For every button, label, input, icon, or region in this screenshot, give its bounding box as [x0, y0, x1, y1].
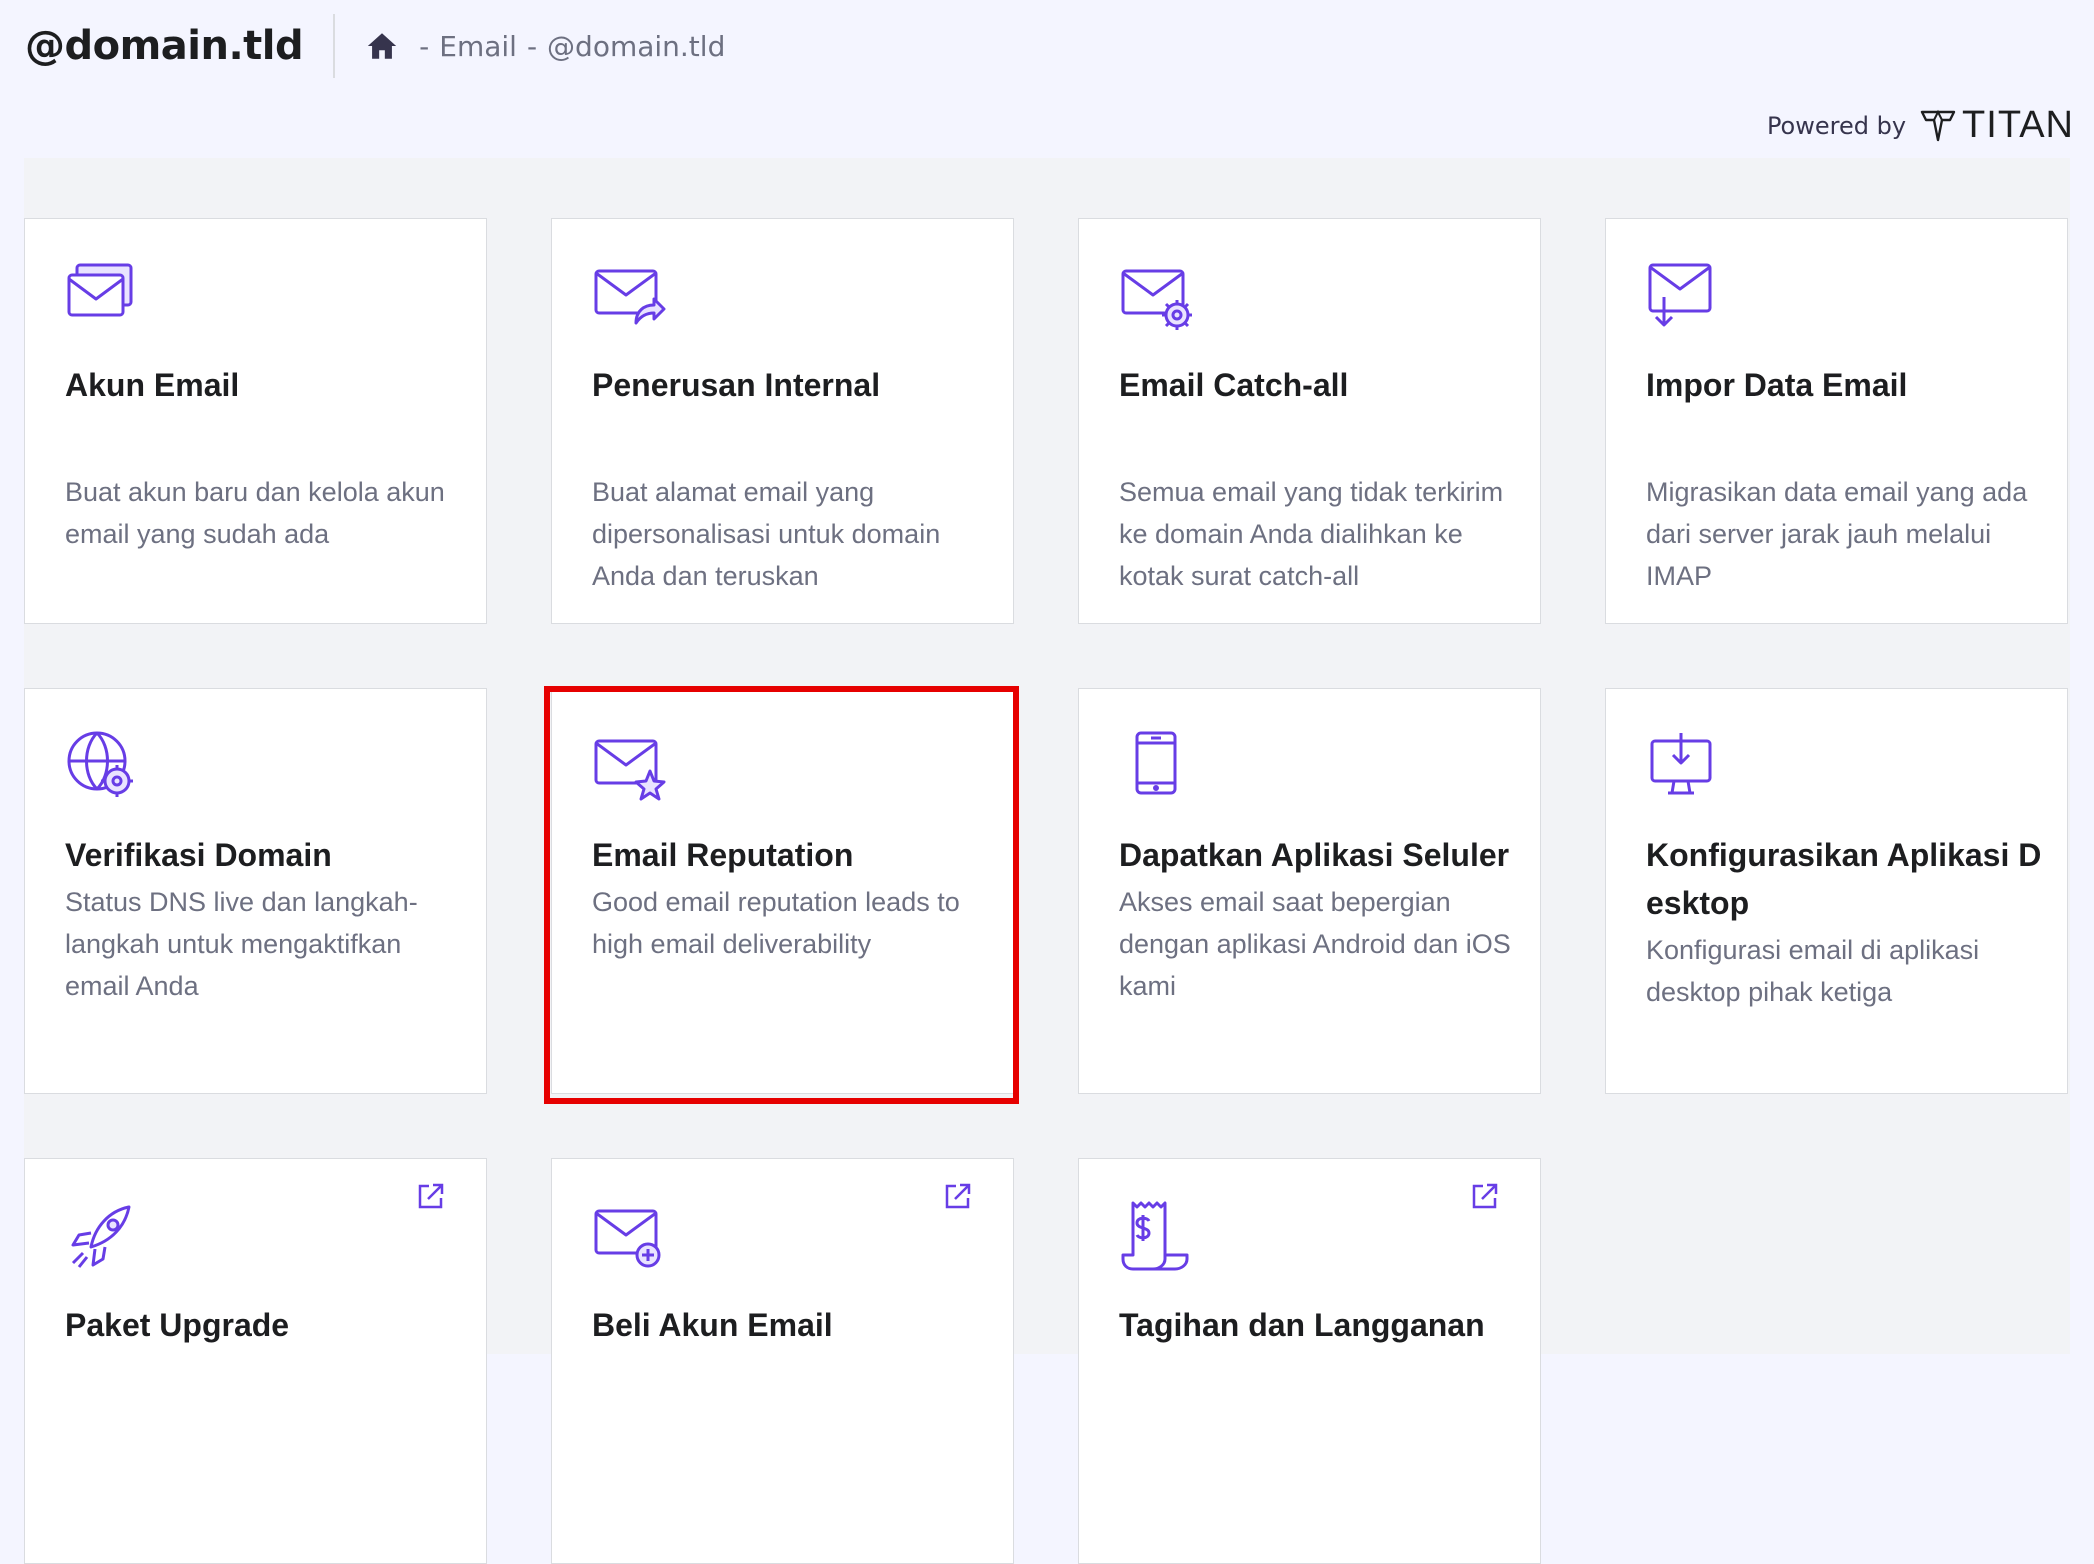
card-title: Verifikasi Domain	[65, 837, 332, 873]
card-verifikasi-domain[interactable]: Verifikasi Domain Status DNS live dan la…	[24, 688, 487, 1094]
powered-by-label: Powered by	[1766, 111, 1907, 140]
external-link-icon	[1470, 1181, 1500, 1211]
envelopes-icon	[65, 259, 139, 333]
card-description: Semua email yang tidak terkirim ke domai…	[1119, 477, 1504, 591]
card-title: Dapatkan Aplikasi Seluler	[1119, 837, 1510, 873]
card-paket-upgrade[interactable]: Paket Upgrade	[24, 1158, 487, 1564]
envelope-plus-icon	[592, 1199, 666, 1273]
card-akun-email[interactable]: Akun Email Buat akun baru dan kelola aku…	[24, 218, 487, 624]
card-title: Email Catch-all	[1119, 367, 1349, 403]
envelope-import-icon	[1646, 259, 1720, 333]
card-description: Buat akun baru dan kelola akun email yan…	[65, 477, 445, 549]
breadcrumb-separator: -	[526, 29, 538, 63]
envelope-forward-icon	[592, 259, 666, 333]
card-description: Good email reputation leads to high emai…	[592, 887, 960, 959]
card-email-catch-all[interactable]: Email Catch-all Semua email yang tidak t…	[1078, 218, 1541, 624]
divider	[333, 14, 336, 78]
page-title: @domain.tld	[25, 23, 304, 69]
receipt-icon	[1119, 1199, 1193, 1273]
settings-panel: Akun Email Buat akun baru dan kelola aku…	[24, 158, 2070, 1564]
home-icon[interactable]	[365, 29, 399, 63]
titan-logo-icon	[1920, 109, 1956, 141]
card-title: Email Reputation	[592, 837, 854, 873]
breadcrumb-separator: -	[419, 29, 430, 63]
card-tagihan-dan-langganan[interactable]: Tagihan dan Langganan	[1078, 1158, 1541, 1564]
external-link-icon	[416, 1181, 446, 1211]
card-title: Tagihan dan Langganan	[1119, 1307, 1485, 1343]
globe-gear-icon	[65, 729, 139, 803]
card-title: Beli Akun Email	[592, 1307, 833, 1343]
desktop-download-icon	[1646, 729, 1720, 803]
card-title: Akun Email	[65, 367, 240, 403]
top-bar: @domain.tld - Email - @domain.tld	[0, 0, 2094, 92]
card-penerusan-internal[interactable]: Penerusan Internal Buat alamat email yan…	[551, 218, 1014, 624]
mobile-phone-icon	[1119, 729, 1193, 803]
card-description: Akses email saat bepergian dengan aplika…	[1119, 887, 1511, 1001]
envelope-gear-icon	[1119, 259, 1193, 333]
card-email-reputation[interactable]: Email Reputation Good email reputation l…	[551, 688, 1014, 1094]
breadcrumb-item-domain: @domain.tld	[547, 29, 726, 63]
titan-logo: TITAN	[1920, 104, 2074, 147]
envelope-star-icon	[592, 729, 666, 803]
card-konfigurasikan-aplikasi-desktop[interactable]: Konfigurasikan Aplikasi Desktop Konfigur…	[1605, 688, 2068, 1094]
rocket-icon	[65, 1199, 139, 1273]
powered-by: Powered by TITAN	[1767, 104, 2074, 147]
card-title: Penerusan Internal	[592, 367, 881, 403]
card-title: Impor Data Email	[1646, 367, 1908, 403]
titan-brand-text: TITAN	[1962, 104, 2074, 146]
card-dapatkan-aplikasi-seluler[interactable]: Dapatkan Aplikasi Seluler Akses email sa…	[1078, 688, 1541, 1094]
card-description: Migrasikan data email yang ada dari serv…	[1646, 477, 2028, 591]
breadcrumb: - Email - @domain.tld	[365, 29, 725, 63]
card-description: Konfigurasi email di aplikasi desktop pi…	[1646, 935, 1980, 1007]
card-beli-akun-email[interactable]: Beli Akun Email	[551, 1158, 1014, 1564]
card-title: Paket Upgrade	[65, 1307, 290, 1343]
external-link-icon	[943, 1181, 973, 1211]
card-description: Buat alamat email yang dipersonalisasi u…	[592, 477, 941, 591]
card-impor-data-email[interactable]: Impor Data Email Migrasikan data email y…	[1605, 218, 2068, 624]
breadcrumb-item-email[interactable]: Email	[439, 30, 517, 63]
card-description: Status DNS live dan langkah-langkah untu…	[65, 887, 418, 1001]
card-title: Konfigurasikan Aplikasi Desktop	[1646, 837, 2042, 921]
